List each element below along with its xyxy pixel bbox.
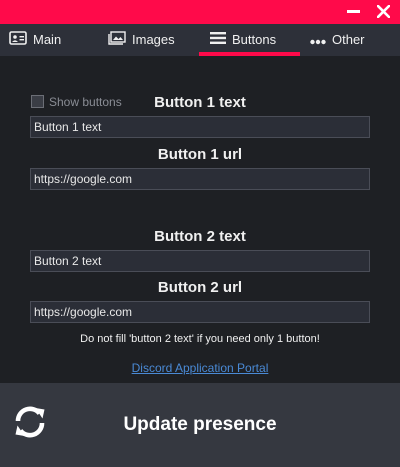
tab-main-label: Main (33, 32, 62, 47)
button1-url-label: Button 1 url (157, 146, 243, 163)
discord-portal-link[interactable]: Discord Application Portal (0, 361, 400, 375)
tab-images[interactable]: Images (108, 24, 175, 56)
tab-other-label: Other (332, 32, 365, 47)
button1-text-input[interactable] (30, 116, 370, 138)
ellipsis-icon (310, 25, 326, 57)
update-presence-label: Update presence (123, 414, 277, 435)
title-bar (0, 0, 400, 24)
button1-url-input[interactable] (30, 168, 370, 190)
button2-text-label: Button 2 text (154, 228, 246, 245)
tab-images-label: Images (132, 32, 175, 47)
id-card-icon (9, 25, 27, 57)
button2-url-input[interactable] (30, 301, 370, 323)
minimize-icon (346, 9, 360, 13)
tab-other[interactable]: Other (310, 24, 365, 56)
button1-text-label: Button 1 text (154, 94, 246, 111)
update-presence-button[interactable]: Update presence (0, 383, 400, 467)
single-button-hint: Do not fill 'button 2 text' if you need … (80, 333, 320, 345)
close-icon (375, 4, 391, 20)
button2-url-label: Button 2 url (157, 279, 243, 296)
tab-buttons-label: Buttons (232, 32, 277, 47)
tab-main[interactable]: Main (9, 24, 61, 56)
button2-text-input[interactable] (30, 250, 370, 272)
close-button[interactable] (370, 0, 396, 24)
minimize-button[interactable] (340, 0, 366, 24)
image-icon (108, 25, 126, 57)
